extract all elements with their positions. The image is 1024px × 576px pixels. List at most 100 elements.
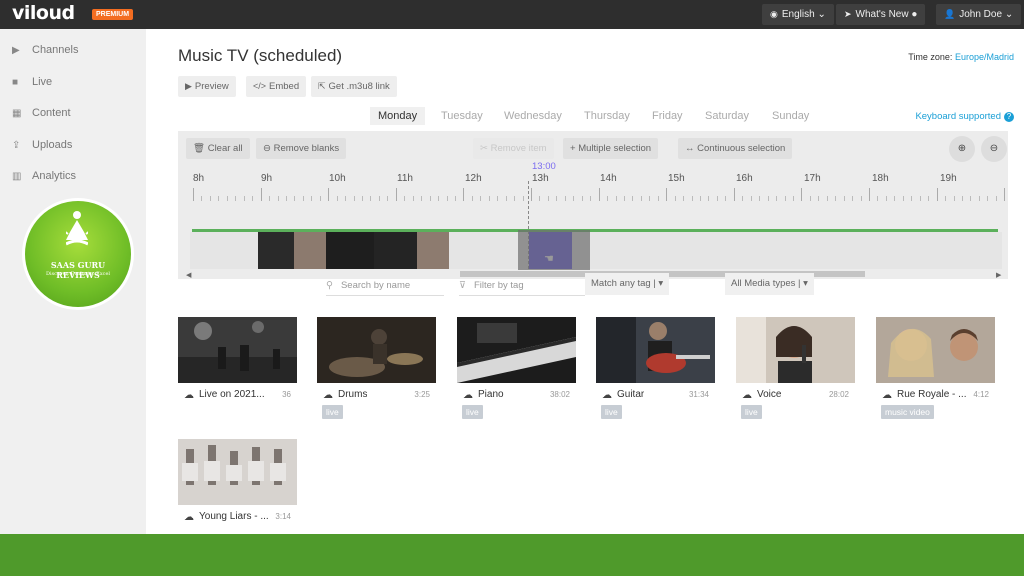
timeline-clip[interactable] (294, 232, 326, 269)
remove-blanks-button[interactable]: ⊖ Remove blanks (256, 138, 347, 159)
match-label: Match any tag (591, 278, 651, 289)
clock-icon (830, 401, 846, 417)
sidebar-item-label: Content (32, 107, 71, 119)
ruler-tick (193, 188, 194, 201)
ruler-tick (978, 196, 980, 201)
chevron-down-icon: ⌄ (817, 9, 826, 20)
media-card[interactable]: ☁ Young Liars - ... 3:14 (178, 439, 297, 549)
ruler-tick (454, 196, 456, 201)
search-input[interactable]: ⚲ Search by name (326, 276, 444, 296)
media-tag: live (741, 405, 762, 419)
sidebar-item-content[interactable]: ▦ Content (12, 107, 71, 127)
ruler-tick (336, 196, 338, 201)
media-duration: 36 (282, 390, 291, 399)
ruler-tick (345, 196, 347, 201)
remove-item-button[interactable]: ✂ Remove item (473, 138, 554, 159)
language-label: English (781, 9, 815, 20)
ruler-tick (387, 196, 389, 201)
ruler-tick (235, 196, 237, 201)
media-card[interactable]: ☁ Voice 28:02 live (736, 317, 855, 427)
globe-icon: ◉ (770, 9, 778, 19)
ruler-tick (218, 196, 220, 201)
zoom-in-icon: ⊕ (957, 143, 967, 154)
timeline-clip[interactable] (417, 232, 449, 269)
timeline-ruler (190, 187, 1006, 201)
ruler-tick (471, 196, 473, 201)
scroll-right-icon[interactable]: ▶ (996, 271, 1001, 279)
zoom-out-button[interactable]: ⊖ (981, 136, 1007, 162)
current-time-label: 13:00 (532, 161, 556, 172)
sidebar-item-analytics[interactable]: ▥ Analytics (12, 170, 76, 190)
clear-all-button[interactable]: 🗑 Clear all (186, 138, 250, 159)
ruler-tick (877, 196, 879, 201)
language-selector[interactable]: ◉ English ⌄ (762, 4, 834, 25)
caret-down-icon: ▾ (803, 278, 808, 289)
media-card[interactable]: ☁ Guitar 31:34 live (596, 317, 715, 427)
media-card[interactable]: ☁ Piano 38:02 live (457, 317, 576, 427)
tab-monday[interactable]: Monday (370, 107, 426, 125)
m3u8-button[interactable]: ⇱ Get .m3u8 link (311, 76, 397, 97)
tab-friday[interactable]: Friday (652, 110, 683, 122)
ruler-tick (919, 196, 921, 201)
user-icon: 👤 (944, 9, 956, 19)
sidebar-item-uploads[interactable]: ⇪ Uploads (12, 139, 72, 159)
ruler-tick (319, 196, 321, 201)
continuous-selection-button[interactable]: ↔ Continuous selection (678, 138, 793, 159)
tab-sunday[interactable]: Sunday (772, 110, 809, 122)
match-select[interactable]: Match any tag | ▾ (585, 273, 670, 295)
media-name: Piano (478, 389, 504, 400)
hour-label: 12h (465, 173, 482, 184)
media-card[interactable]: ☁ Live on 2021... 36 (178, 317, 297, 427)
ruler-tick (928, 196, 930, 201)
ruler-tick (911, 196, 913, 201)
whats-new-button[interactable]: ➤ What's New ● (836, 4, 926, 25)
ruler-tick (995, 196, 997, 201)
ruler-tick (378, 196, 380, 201)
tag-filter-input[interactable]: ⊽ Filter by tag (459, 276, 585, 296)
ruler-tick (691, 196, 693, 201)
timeline-clip[interactable] (258, 232, 294, 269)
tab-tuesday[interactable]: Tuesday (441, 110, 483, 122)
ruler-tick (742, 196, 744, 201)
caret-down-icon: ▾ (658, 278, 664, 289)
tab-wednesday[interactable]: Wednesday (504, 110, 562, 122)
horizontal-arrows-icon: ↔ (685, 143, 695, 154)
ruler-tick (285, 196, 287, 201)
notification-dot-icon: ● (911, 9, 918, 20)
ruler-tick (725, 196, 727, 201)
keyboard-supported-link[interactable]: Keyboard supported? (915, 111, 1014, 122)
media-card[interactable]: ☁ Rue Royale - ... 4:12 music video (876, 317, 995, 427)
ruler-tick (683, 196, 685, 201)
ruler-tick (362, 196, 363, 201)
user-menu[interactable]: 👤 John Doe ⌄ (936, 4, 1022, 25)
zoom-in-button[interactable]: ⊕ (949, 136, 975, 162)
timeline-clip[interactable] (326, 232, 374, 269)
grid-icon: ▦ (12, 108, 22, 119)
scroll-left-icon[interactable]: ◀ (186, 271, 191, 279)
ruler-tick (860, 196, 862, 201)
sidebar-item-live[interactable]: ■ Live (12, 76, 52, 96)
embed-button[interactable]: </> Embed (246, 76, 307, 97)
media-type-select[interactable]: All Media types | ▾ (725, 273, 814, 295)
preview-button[interactable]: ▶ Preview (178, 76, 236, 97)
ruler-tick (750, 196, 752, 201)
ruler-tick (438, 196, 440, 201)
ruler-tick (547, 196, 549, 201)
media-card[interactable]: ☁ Drums 3:25 live (317, 317, 436, 427)
multiple-selection-button[interactable]: + Multiple selection (563, 138, 659, 159)
ruler-tick (657, 196, 659, 201)
tab-saturday[interactable]: Saturday (705, 110, 749, 122)
tab-thursday[interactable]: Thursday (584, 110, 630, 122)
timezone-link[interactable]: Europe/Madrid (955, 52, 1014, 62)
ruler-tick (885, 196, 887, 201)
sidebar-item-channels[interactable]: ▶ Channels (12, 44, 78, 64)
timeline-clip[interactable] (374, 232, 417, 269)
media-name: Voice (757, 389, 782, 400)
cloud-icon: ☁ (882, 390, 892, 401)
search-placeholder: Search by name (340, 280, 411, 291)
ruler-tick (531, 188, 532, 201)
ruler-tick (480, 196, 482, 201)
ruler-tick (961, 196, 963, 201)
play-icon: ▶ (185, 81, 192, 91)
remove-item-label: Remove item (490, 143, 547, 154)
